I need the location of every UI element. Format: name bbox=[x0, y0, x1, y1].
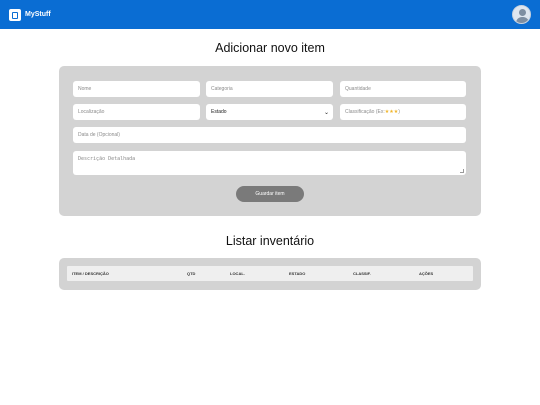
save-item-button[interactable]: Guardar item bbox=[236, 186, 304, 202]
app-title: MyStuff bbox=[25, 11, 51, 18]
add-item-form: Nome Categoria Quantidade Localização Es… bbox=[59, 66, 481, 216]
top-bar: MyStuff bbox=[0, 0, 540, 29]
inventory-table: ITEM / DESCRIÇÃO QTD LOCAL. ESTADO CLASS… bbox=[59, 258, 481, 290]
column-header-actions: AÇÕES bbox=[419, 271, 434, 276]
column-header-rating: CLASSIF. bbox=[353, 271, 371, 276]
location-input[interactable]: Localização bbox=[73, 104, 200, 120]
user-avatar-icon[interactable] bbox=[512, 5, 531, 24]
description-textarea[interactable]: Descrição Detalhada bbox=[73, 151, 466, 175]
inventory-list-heading: Listar inventário bbox=[225, 234, 315, 248]
add-item-heading: Adicionar novo item bbox=[215, 41, 325, 55]
column-header-state: ESTADO bbox=[289, 271, 306, 276]
rating-input[interactable]: Classificação (Ex: ★★★ ) bbox=[340, 104, 466, 120]
column-header-location: LOCAL. bbox=[230, 271, 245, 276]
category-input[interactable]: Categoria bbox=[206, 81, 333, 97]
state-select[interactable]: Estado ⌄ bbox=[206, 104, 333, 120]
date-input[interactable]: Data de (Opcional) bbox=[73, 127, 466, 143]
resize-handle-icon[interactable] bbox=[460, 169, 464, 173]
star-rating-icon: ★★★ bbox=[384, 109, 399, 115]
column-header-item: ITEM / DESCRIÇÃO bbox=[72, 271, 109, 276]
chevron-down-icon: ⌄ bbox=[323, 109, 329, 116]
quantity-input[interactable]: Quantidade bbox=[340, 81, 466, 97]
table-header-row: ITEM / DESCRIÇÃO QTD LOCAL. ESTADO CLASS… bbox=[67, 266, 473, 281]
name-input[interactable]: Nome bbox=[73, 81, 200, 97]
description-placeholder: Descrição Detalhada bbox=[78, 156, 136, 162]
inventory-box-icon bbox=[9, 9, 21, 21]
rating-placeholder: Classificação (Ex: bbox=[345, 109, 385, 115]
column-header-qty: QTD bbox=[187, 271, 196, 276]
state-select-value: Estado bbox=[211, 109, 227, 115]
rating-placeholder-close: ) bbox=[398, 109, 400, 115]
